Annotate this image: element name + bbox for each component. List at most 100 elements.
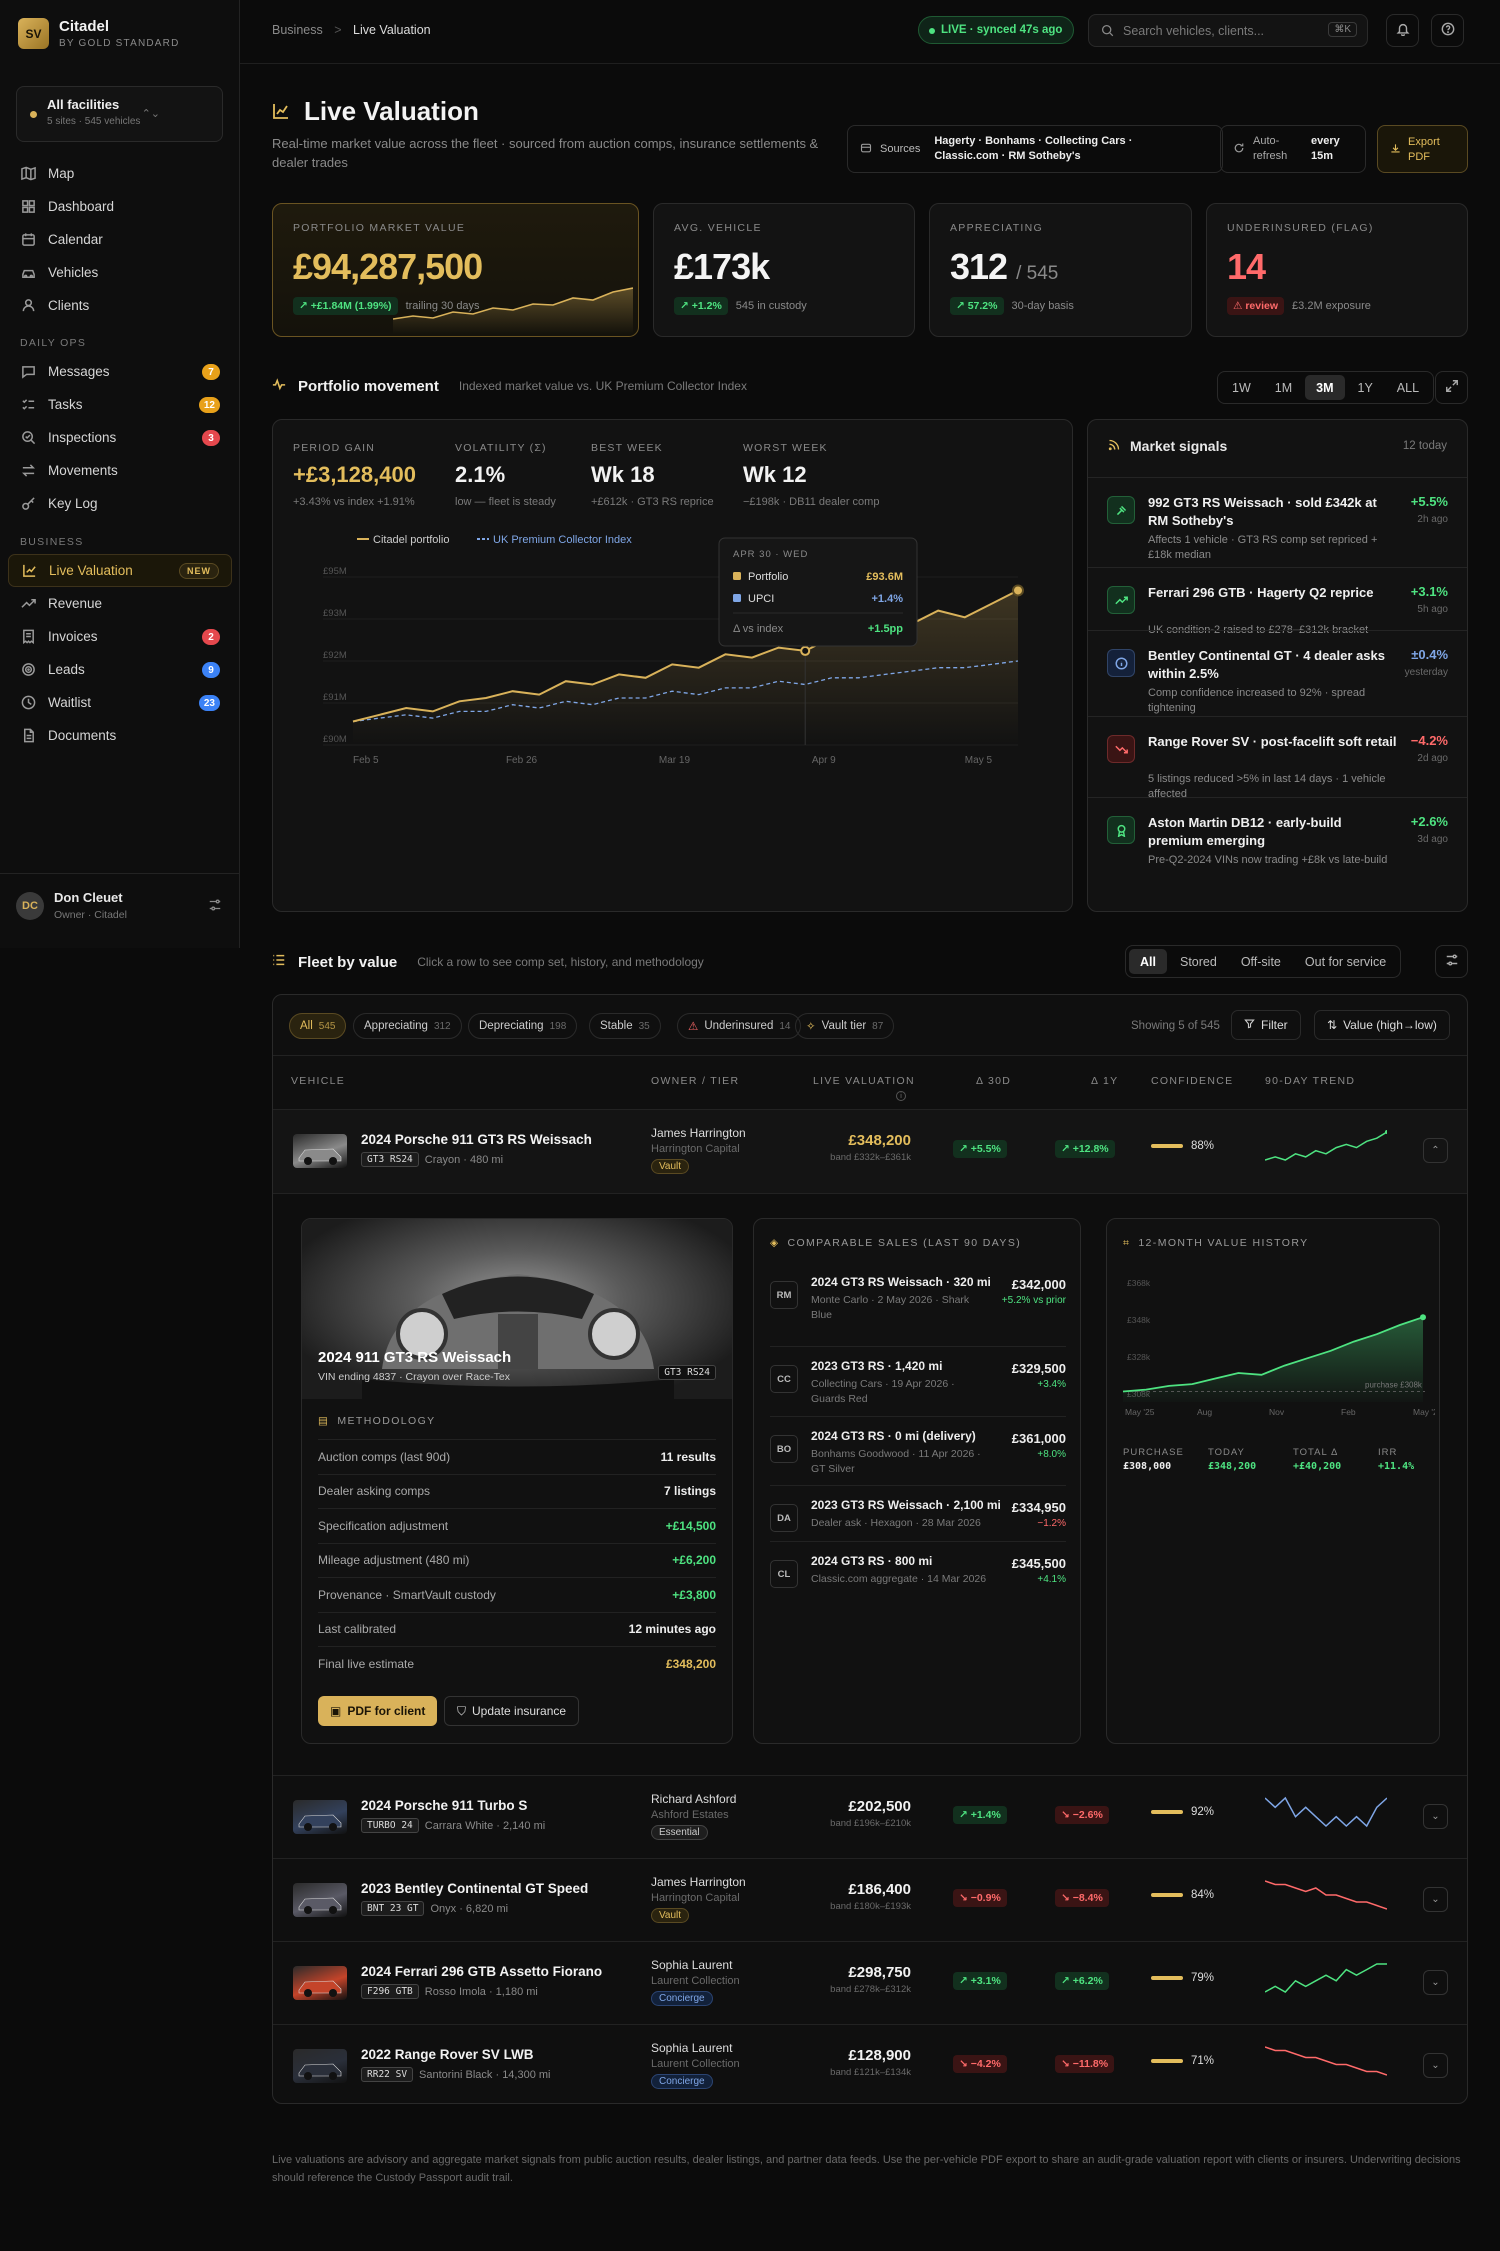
license-plate: BNT 23 GT [361,1901,425,1916]
expand-button[interactable]: ⌄ [1423,2053,1448,2078]
table-row[interactable]: 2024 Porsche 911 GT3 RS Weissach GT3 RS24… [273,1109,1467,1193]
filter-count: 35 [638,1020,650,1032]
update-insurance-button[interactable]: ⛉ Update insurance [444,1696,580,1726]
filter-depreciating[interactable]: Depreciating 198 [468,1013,578,1039]
range-1m[interactable]: 1M [1264,375,1303,400]
range-all[interactable]: ALL [1386,375,1430,400]
sidebar-item-label: Movements [48,463,118,478]
range-1y[interactable]: 1Y [1347,375,1384,400]
tab-off-site[interactable]: Off-site [1230,949,1292,974]
kpi-appreciating[interactable]: APPRECIATING 312 / 545 ↗ 57.2% 30-day bas… [929,203,1192,337]
signal-age: 3d ago [1417,834,1448,845]
column-header[interactable]: LIVE VALUATION [813,1075,915,1087]
filter-underinsured[interactable]: ⚠ Underinsured 14 [677,1013,802,1039]
stat-value: 2.1% [455,462,506,487]
search-shortcut: ⌘K [1328,22,1357,37]
pdf-for-client-button[interactable]: ▣ PDF for client [318,1696,438,1726]
signal-item[interactable]: 992 GT3 RS Weissach · sold £342k at RM S… [1088,477,1467,566]
collapse-button[interactable]: ⌃ [1423,1138,1448,1163]
signal-change: +3.1% [1410,584,1448,599]
expand-chart-button[interactable] [1435,371,1468,404]
comp-price: £329,500 [1011,1361,1066,1376]
comparable-sale[interactable]: RM 2024 GT3 RS Weissach · 320 mi Monte Car… [770,1263,1066,1346]
sidebar-item-leads[interactable]: Leads 9 [8,653,232,686]
range-3m[interactable]: 3M [1305,375,1345,400]
delta-1y: ↗ +12.8% [1055,1140,1115,1158]
sidebar-item-label: Dashboard [48,199,115,214]
valuation-band: band £332k–£361k [830,1152,911,1163]
line-chart-icon: ⌗ [1123,1237,1131,1249]
expand-button[interactable]: ⌄ [1423,1970,1448,1995]
nav-main: Map Dashboard Calendar Vehicles Clients [8,157,232,322]
owner-name[interactable]: James Harrington [651,1126,746,1140]
tab-all[interactable]: All [1129,949,1167,974]
sidebar-item-messages[interactable]: Messages 7 [8,355,232,388]
export-pdf-button[interactable]: Export PDF [1377,125,1468,173]
sidebar-item-vehicles[interactable]: Vehicles [8,256,232,289]
table-row[interactable]: 2023 Bentley Continental GT Speed BNT 23 … [273,1858,1467,1941]
sidebar-item-tasks[interactable]: Tasks 12 [8,388,232,421]
vehicle-name: 2023 Bentley Continental GT Speed [361,1881,589,1896]
filter-appreciating[interactable]: Appreciating 312 [353,1013,462,1039]
search-input[interactable]: Search vehicles, clients... ⌘K [1088,14,1368,47]
brand-logo: SV [18,18,49,49]
sort-button[interactable]: ⇅ Value (high→low) [1314,1010,1450,1040]
brand[interactable]: SV Citadel BY GOLD STANDARD [18,18,180,49]
sidebar-item-key-log[interactable]: Key Log [8,487,232,520]
notifications-button[interactable] [1386,14,1419,47]
filter-button[interactable]: Filter [1231,1010,1301,1040]
tab-out-for-service[interactable]: Out for service [1294,949,1397,974]
signal-item[interactable]: Bentley Continental GT · 4 dealer asks w… [1088,630,1467,717]
table-row[interactable]: 2024 Porsche 911 Turbo S TURBO 24 Carrara … [273,1775,1467,1858]
owner-name[interactable]: Richard Ashford [651,1792,736,1806]
expand-button[interactable]: ⌄ [1423,1804,1448,1829]
table-row[interactable]: 2024 Ferrari 296 GTB Assetto Fiorano F296… [273,1941,1467,2024]
comparable-sale[interactable]: DA 2023 GT3 RS Weissach · 2,100 mi Dealer … [770,1485,1066,1541]
signal-item[interactable]: Ferrari 296 GTB · Hagerty Q2 reprice UK c… [1088,567,1467,636]
signal-item[interactable]: Range Rover SV · post-facelift soft reta… [1088,716,1467,800]
sidebar-item-map[interactable]: Map [8,157,232,190]
kpi-avg-vehicle[interactable]: AVG. VEHICLE £173k ↗ +1.2% 545 in custody [653,203,915,337]
comparable-sale[interactable]: BO 2024 GT3 RS · 0 mi (delivery) Bonhams G… [770,1416,1066,1485]
owner-name[interactable]: Sophia Laurent [651,1958,732,1972]
sidebar-item-waitlist[interactable]: Waitlist 23 [8,686,232,719]
user-profile[interactable]: DC Don Cleuet Owner · Citadel [0,873,240,948]
sidebar-item-revenue[interactable]: Revenue [8,587,232,620]
live-valuation: £348,200 [848,1132,911,1149]
sidebar-item-clients[interactable]: Clients [8,289,232,322]
autorefresh-toggle[interactable]: Auto-refresh every 15m [1220,125,1366,173]
facility-selector[interactable]: All facilities 5 sites · 545 vehicles ⌃⌄ [16,86,223,142]
table-row[interactable]: 2022 Range Rover SV LWB RR22 SV Santorini … [273,2024,1467,2103]
tab-stored[interactable]: Stored [1169,949,1228,974]
comparable-sale[interactable]: CL 2024 GT3 RS · 800 mi Classic.com aggreg… [770,1541,1066,1601]
owner-name[interactable]: James Harrington [651,1875,746,1889]
brand-name: Citadel [59,18,110,35]
filter-vault-tier[interactable]: ✧ Vault tier 87 [795,1013,895,1039]
sidebar-item-live-valuation[interactable]: Live Valuation NEW [8,554,232,587]
info-icon[interactable]: i [896,1091,906,1101]
portfolio-line-chart: Citadel portfolio UK Premium Collector In… [323,534,1024,766]
signal-item[interactable]: Aston Martin DB12 · early-build premium … [1088,797,1467,892]
sidebar-item-dashboard[interactable]: Dashboard [8,190,232,223]
breadcrumb: Business > Live Valuation [272,23,431,37]
stat-value: Wk 18 [591,462,655,487]
filter-stable[interactable]: Stable 35 [589,1013,661,1039]
range-1w[interactable]: 1W [1221,375,1262,400]
sources-box[interactable]: Sources Hagerty · Bonhams · Collecting C… [847,125,1223,173]
filter-all[interactable]: All 545 [289,1013,347,1039]
sidebar-item-movements[interactable]: Movements [8,454,232,487]
kpi-portfolio-value[interactable]: PORTFOLIO MARKET VALUE £94,287,500 ↗ +£1… [272,203,639,337]
owner-name[interactable]: Sophia Laurent [651,2041,732,2055]
settings-sliders-icon[interactable] [208,898,222,915]
sidebar-item-calendar[interactable]: Calendar [8,223,232,256]
sidebar-item-documents[interactable]: Documents [8,719,232,752]
columns-settings-button[interactable] [1435,945,1468,978]
expand-button[interactable]: ⌄ [1423,1887,1448,1912]
help-button[interactable] [1431,14,1464,47]
sidebar-item-invoices[interactable]: Invoices 2 [8,620,232,653]
sidebar-item-inspections[interactable]: Inspections 3 [8,421,232,454]
kpi-value: 312 [950,246,1008,287]
kpi-underinsured[interactable]: UNDERINSURED (FLAG) 14 ⚠ review £3.2M exp… [1206,203,1468,337]
comparable-sale[interactable]: CC 2023 GT3 RS · 1,420 mi Collecting Cars … [770,1346,1066,1416]
breadcrumb-root[interactable]: Business [272,23,323,37]
